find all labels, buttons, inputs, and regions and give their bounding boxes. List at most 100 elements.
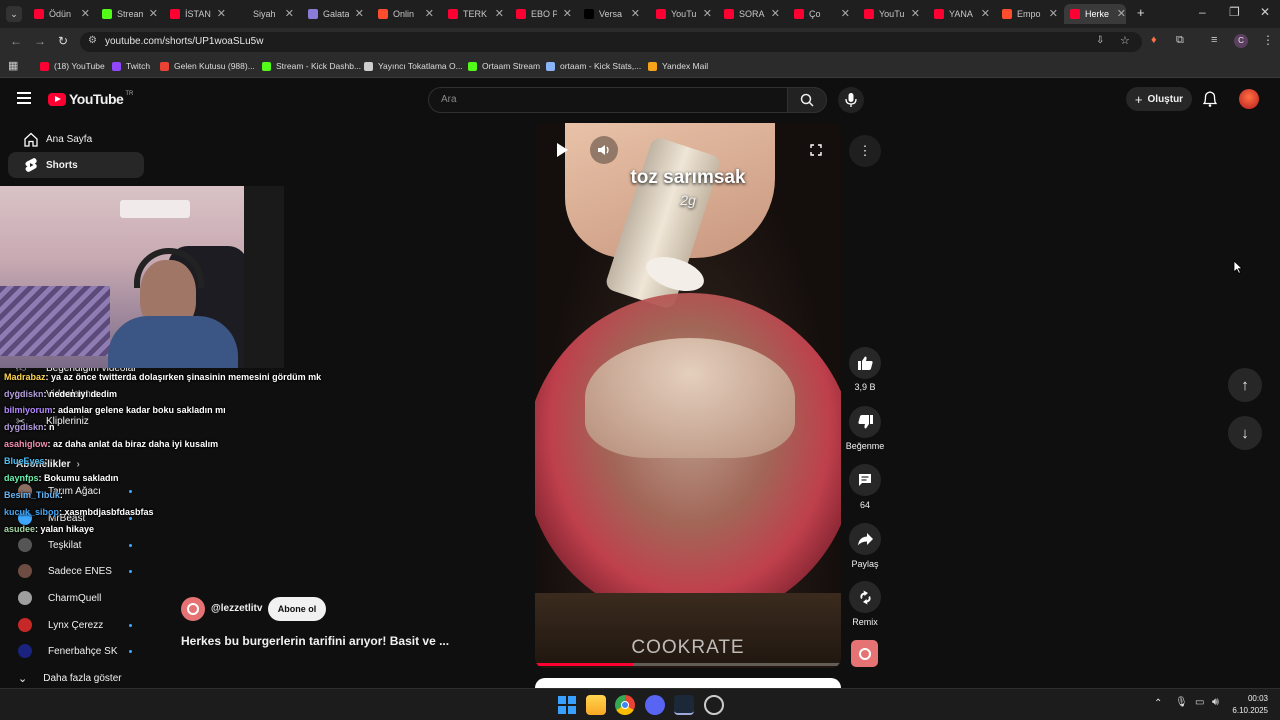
browser-tab[interactable]: EBO P ✕ [510, 4, 572, 24]
sound-thumbnail[interactable] [851, 640, 878, 667]
browser-tab[interactable]: YouTu ✕ [858, 4, 920, 24]
tray-overflow-icon[interactable]: ⌃ [1154, 698, 1162, 709]
subscription-item[interactable]: Teşkilat [8, 533, 144, 557]
tab-close-icon[interactable]: ✕ [771, 7, 780, 20]
clock-date[interactable]: 6.10.2025 [1222, 706, 1268, 715]
browser-tab[interactable]: Ödün ✕ [28, 4, 90, 24]
tab-search-button[interactable]: ⌄ [6, 6, 22, 22]
previous-short-button[interactable]: ↑ [1228, 368, 1262, 402]
more-options-button[interactable]: ⋮ [849, 135, 881, 167]
bookmark-item[interactable]: Ortaam Stream [468, 61, 540, 71]
account-avatar[interactable] [1239, 89, 1259, 109]
subscription-item[interactable]: Lynx Çerezz [8, 613, 144, 637]
tab-close-icon[interactable]: ✕ [563, 7, 572, 20]
video-progress-track[interactable] [535, 663, 841, 666]
microphone-tray-icon[interactable]: 🎙︎ [1175, 697, 1188, 708]
browser-tab[interactable]: Empo ✕ [996, 4, 1058, 24]
tab-close-icon[interactable]: ✕ [631, 7, 640, 20]
install-app-icon[interactable]: ⇩ [1096, 35, 1104, 46]
browser-tab[interactable]: SORA ✕ [718, 4, 780, 24]
tab-close-icon[interactable]: ✕ [1117, 7, 1126, 20]
browser-tab[interactable]: Ço ✕ [788, 4, 850, 24]
dislike-button[interactable] [849, 406, 881, 438]
next-short-preview[interactable] [535, 678, 841, 688]
share-button[interactable] [849, 523, 881, 555]
short-video-player[interactable]: toz sarımsak 2g COOKRATE [535, 123, 841, 668]
comments-button[interactable] [849, 464, 881, 496]
chrome-icon[interactable] [615, 695, 635, 715]
omnibox[interactable]: ⚙ youtube.com/shorts/UP1woaSLu5w ⇩ ☆ [80, 32, 1142, 52]
tab-close-icon[interactable]: ✕ [703, 7, 712, 20]
browser-tab[interactable]: TERK ✕ [442, 4, 504, 24]
search-button[interactable] [787, 87, 827, 113]
tab-close-icon[interactable]: ✕ [81, 7, 90, 20]
hamburger-menu-icon[interactable] [17, 92, 31, 104]
voice-search-button[interactable] [838, 87, 864, 113]
subscription-item[interactable]: Sadece ENES [8, 559, 144, 583]
tab-close-icon[interactable]: ✕ [425, 7, 434, 20]
browser-menu-icon[interactable]: ⋮ [1262, 33, 1274, 47]
forward-icon[interactable]: → [34, 34, 46, 48]
close-window-button[interactable]: ✕ [1260, 5, 1270, 19]
bookmark-item[interactable]: Yandex Mail [648, 61, 708, 71]
notifications-bell-icon[interactable] [1203, 91, 1217, 107]
tab-close-icon[interactable]: ✕ [911, 7, 920, 20]
create-button[interactable]: + Oluştur [1126, 87, 1192, 111]
site-info-icon[interactable]: ⚙ [88, 35, 97, 46]
app-icon[interactable] [704, 695, 724, 715]
browser-tab[interactable]: İSTAN ✕ [164, 4, 226, 24]
display-tray-icon[interactable]: ▭ [1195, 697, 1204, 708]
sidebar-item-shorts[interactable]: Shorts [8, 152, 144, 178]
browser-tab[interactable]: Versa ✕ [578, 4, 640, 24]
tab-close-icon[interactable]: ✕ [981, 7, 990, 20]
show-more-button[interactable]: ⌄ Daha fazla göster [8, 666, 144, 690]
tab-close-icon[interactable]: ✕ [355, 7, 364, 20]
browser-tab[interactable]: Stream ✕ [96, 4, 158, 24]
sidebar-item-home[interactable]: Ana Sayfa [8, 126, 144, 152]
new-tab-button[interactable]: + [1137, 5, 1145, 20]
url-text[interactable]: youtube.com/shorts/UP1woaSLu5w [105, 36, 263, 47]
tab-close-icon[interactable]: ✕ [149, 7, 158, 20]
bookmark-item[interactable]: ortaam - Kick Stats,... [546, 61, 641, 71]
discord-icon[interactable] [645, 695, 665, 715]
bookmark-item[interactable]: Twitch [112, 61, 150, 71]
tab-close-icon[interactable]: ✕ [495, 7, 504, 20]
browser-tab[interactable]: Herke ✕ [1064, 4, 1126, 24]
steam-icon[interactable] [674, 695, 694, 715]
volume-button[interactable] [590, 136, 618, 164]
apps-grid-icon[interactable]: ▦ [8, 59, 18, 72]
subscription-item[interactable]: Fenerbahçe SK [8, 639, 144, 663]
play-icon[interactable] [555, 142, 569, 158]
maximize-button[interactable]: ❐ [1229, 5, 1240, 19]
bookmark-item[interactable]: Gelen Kutusu (988)... [160, 61, 255, 71]
tab-close-icon[interactable]: ✕ [841, 7, 850, 20]
volume-tray-icon[interactable]: 🔊︎ [1212, 696, 1219, 709]
browser-tab[interactable]: YouTu ✕ [650, 4, 712, 24]
like-button[interactable] [849, 347, 881, 379]
channel-avatar[interactable] [181, 597, 205, 621]
back-icon[interactable]: ← [10, 34, 22, 48]
fullscreen-icon[interactable] [810, 144, 822, 156]
next-short-button[interactable]: ↓ [1228, 416, 1262, 450]
browser-tab[interactable]: Galata ✕ [302, 4, 364, 24]
start-windows-icon[interactable] [557, 695, 577, 715]
minimize-button[interactable]: – [1199, 5, 1206, 19]
youtube-logo[interactable]: YouTube TR [48, 91, 133, 107]
file-explorer-icon[interactable] [586, 695, 606, 715]
remix-button[interactable] [849, 581, 881, 613]
browser-tab[interactable]: YANA ✕ [928, 4, 990, 24]
browser-tab[interactable]: Onlin ✕ [372, 4, 434, 24]
short-title[interactable]: Herkes bu burgerlerin tarifini arıyor! B… [181, 634, 449, 648]
clock-time[interactable]: 00:03 [1232, 694, 1268, 703]
tab-close-icon[interactable]: ✕ [217, 7, 226, 20]
browser-tab[interactable]: Siyah ✕ [232, 4, 294, 24]
subscribe-button[interactable]: Abone ol [268, 597, 326, 621]
tab-close-icon[interactable]: ✕ [285, 7, 294, 20]
profile-avatar[interactable]: C [1234, 34, 1248, 48]
search-input[interactable]: Ara [428, 87, 788, 113]
extension-icon[interactable]: ♦ [1151, 34, 1157, 46]
extensions-puzzle-icon[interactable]: ⧉ [1176, 34, 1184, 47]
bookmark-item[interactable]: Yayıncı Tokatlama O... [364, 61, 463, 71]
reading-list-icon[interactable]: ≡ [1211, 34, 1217, 46]
subscription-item[interactable]: CharmQuell [8, 586, 144, 610]
